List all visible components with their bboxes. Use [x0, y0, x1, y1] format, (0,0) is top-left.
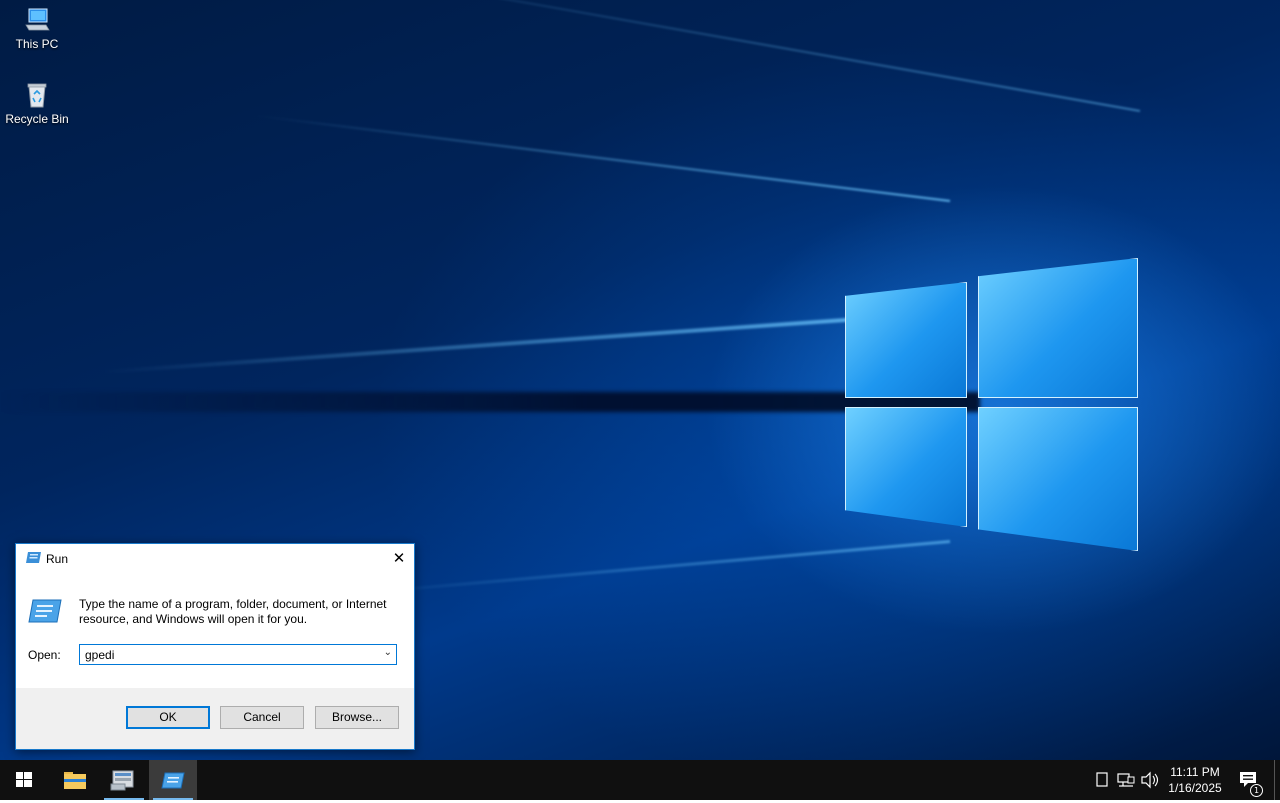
- start-button[interactable]: [0, 760, 48, 800]
- run-icon: [28, 599, 62, 623]
- logo-pane-top-left: [845, 282, 967, 398]
- close-icon: ✕: [392, 550, 406, 567]
- light-beam: [255, 114, 951, 202]
- shadow-band: [0, 392, 980, 412]
- server-manager-button[interactable]: [100, 760, 148, 800]
- run-dialog: Run ✕ Type the name of a program, folder…: [15, 543, 415, 750]
- run-window-button[interactable]: [149, 760, 197, 800]
- run-dialog-titlebar[interactable]: Run ✕: [16, 544, 414, 574]
- run-icon: [161, 772, 185, 789]
- file-explorer-button[interactable]: [51, 760, 99, 800]
- close-button[interactable]: ✕: [384, 544, 414, 574]
- light-beam: [352, 540, 951, 596]
- light-beam: [312, 0, 1141, 112]
- run-dialog-title: Run: [46, 552, 69, 566]
- open-input[interactable]: gpedi: [85, 648, 114, 662]
- logo-pane-bottom-left: [845, 407, 967, 527]
- desktop-icon-label: Recycle Bin: [5, 112, 69, 126]
- this-pc-icon: [23, 6, 51, 34]
- taskbar: 11:11 PM 1/16/2025: [0, 760, 1280, 800]
- tray-square-icon[interactable]: [1094, 760, 1110, 800]
- volume-icon[interactable]: [1140, 760, 1160, 800]
- recycle-bin-icon: [23, 81, 51, 109]
- notification-count-badge: 1: [1250, 784, 1263, 797]
- clock-time: 11:11 PM: [1170, 765, 1220, 779]
- chevron-down-icon[interactable]: ⌄: [384, 647, 392, 658]
- logo-pane-bottom-right: [978, 407, 1138, 551]
- ok-button[interactable]: OK: [126, 706, 210, 729]
- open-label: Open:: [28, 648, 61, 662]
- clock-date: 1/16/2025: [1168, 781, 1222, 795]
- windows-logo-icon: [16, 772, 32, 787]
- desktop-icon-label: This PC: [15, 37, 59, 51]
- run-app-icon: [26, 552, 41, 563]
- folder-icon: [64, 772, 86, 789]
- network-icon[interactable]: [1116, 760, 1136, 800]
- show-desktop-button[interactable]: [1274, 760, 1280, 800]
- server-manager-icon: [110, 770, 134, 791]
- clock[interactable]: 11:11 PM 1/16/2025: [1160, 764, 1230, 796]
- run-dialog-description: Type the name of a program, folder, docu…: [79, 597, 387, 626]
- cancel-button[interactable]: Cancel: [220, 706, 304, 729]
- light-beam: [101, 310, 961, 374]
- browse-button[interactable]: Browse...: [315, 706, 399, 729]
- desktop-icon-recycle-bin[interactable]: Recycle Bin: [0, 81, 74, 126]
- open-combobox[interactable]: gpedi ⌄: [79, 644, 397, 665]
- desktop-icon-this-pc[interactable]: This PC: [0, 6, 74, 51]
- logo-pane-top-right: [978, 258, 1138, 398]
